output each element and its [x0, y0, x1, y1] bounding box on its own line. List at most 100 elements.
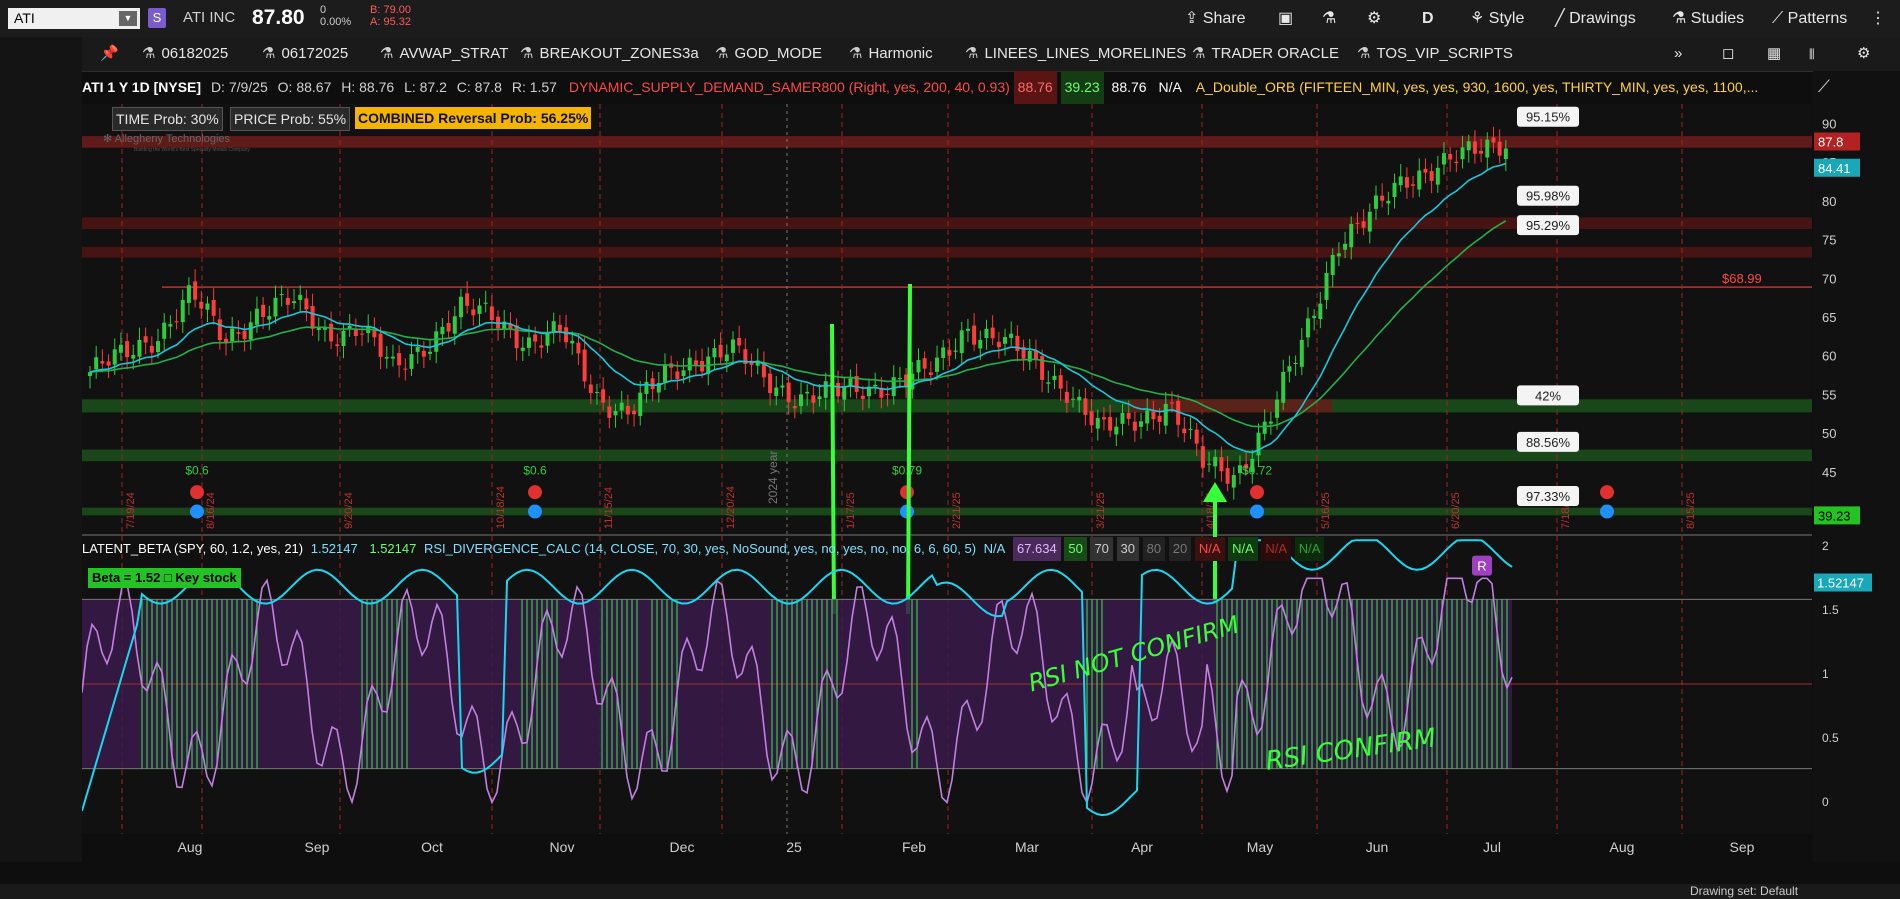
draw-tool-icon[interactable]: ⟋	[1818, 77, 1830, 97]
month-label: Feb	[902, 839, 926, 855]
snapshot-icon[interactable]: ▣	[1278, 0, 1293, 37]
date-label: 1/17/25	[845, 492, 857, 529]
bars-icon[interactable]: ⫼	[1809, 37, 1815, 71]
pin-icon[interactable]: 📌	[100, 37, 119, 71]
more-icon[interactable]: ⋮	[1870, 0, 1886, 37]
latent-beta-study[interactable]: LATENT_BETA (SPY, 60, 1.2, yes, 21)	[82, 541, 303, 556]
candle-body	[823, 381, 828, 398]
candle-body	[805, 391, 810, 394]
gear-icon[interactable]: ⚙	[1857, 37, 1870, 71]
flask-icon: ⚗	[715, 45, 729, 62]
time-prob: TIME Prob: 30%	[112, 107, 223, 131]
pct-label: 95.29%	[1526, 218, 1571, 233]
square-icon[interactable]: ◻	[1722, 37, 1734, 71]
toolbar-item-label: BREAKOUT_ZONES3a	[539, 45, 699, 62]
lower-right-tag: 1.52147	[1817, 576, 1864, 591]
style-button[interactable]: ⚘ Style	[1470, 0, 1524, 37]
info-date: D: 7/9/25	[210, 79, 268, 95]
toolbar-item-2[interactable]: ⚗ AVWAP_STRAT	[380, 37, 508, 71]
lower-tick-right: 2	[1822, 539, 1829, 553]
style-icon: ⚘	[1470, 10, 1485, 27]
pct-label: 95.98%	[1526, 189, 1571, 204]
studies-button[interactable]: ⚗ Studies	[1672, 0, 1744, 37]
candle-body	[211, 299, 216, 316]
candle-body	[792, 406, 797, 409]
study-double-orb[interactable]: A_Double_ORB (FIFTEEN_MIN, yes, yes, 930…	[1196, 79, 1759, 95]
toolbar-item-label: Harmonic	[868, 45, 933, 62]
candle-body	[1207, 463, 1212, 465]
grid-icon[interactable]: ▦	[1767, 37, 1781, 71]
watermark-logo: ✻ Allegheny Technologies	[103, 133, 231, 145]
candle-body	[972, 325, 977, 345]
candle-body	[730, 339, 735, 353]
price-panel-bg	[82, 104, 1812, 534]
share-button[interactable]: ⇪ Share	[1185, 0, 1246, 37]
candle-body	[1213, 456, 1218, 467]
study-value-2: 39.23	[1060, 71, 1104, 104]
candle-body	[607, 406, 612, 418]
y-tick-right: 60	[1822, 349, 1836, 364]
drawings-button[interactable]: ╱ Drawings	[1555, 0, 1636, 37]
change-value: 0	[320, 4, 327, 16]
info-close: C: 87.8	[456, 79, 502, 95]
candle-body	[724, 354, 729, 362]
beta-value-2: 1.52147	[369, 541, 417, 556]
lower-tick-right: 1.5	[1822, 603, 1839, 617]
candle-body	[452, 316, 457, 334]
price-chart[interactable]: $68.99 7/19/24 8/16/24 9/20/24 10/18/24 11/15…	[82, 104, 1890, 864]
rsi-div-study[interactable]: RSI_DIVERGENCE_CALC (14, CLOSE, 70, 30, …	[424, 541, 976, 556]
flask-icon[interactable]: ⚗	[1322, 0, 1336, 37]
toolbar-item-6[interactable]: ⚗ LINEES_LINES_MORELINES	[965, 37, 1186, 71]
toolbar-item-5[interactable]: ⚗ Harmonic	[849, 37, 933, 71]
status-bar: Drawing set: Default	[0, 884, 1900, 899]
toolbar-item-label: AVWAP_STRAT	[399, 45, 509, 62]
candle-body	[1120, 412, 1125, 424]
left-strip	[0, 37, 82, 862]
candle-body	[1194, 429, 1199, 444]
candle-body	[1089, 411, 1094, 426]
s-badge[interactable]: S	[148, 8, 166, 28]
candle-body	[174, 321, 179, 323]
chevrons-right-icon[interactable]: »	[1674, 37, 1682, 71]
candle-body	[353, 329, 358, 337]
study-supply-demand[interactable]: DYNAMIC_SUPPLY_DEMAND_SAMER800 (Right, y…	[569, 79, 1010, 95]
candle-body	[551, 321, 556, 332]
chevron-down-icon[interactable]: ▼	[119, 11, 137, 26]
y-tick-right: 55	[1822, 387, 1836, 402]
month-label: Sep	[1730, 839, 1755, 855]
candle-body	[1219, 457, 1224, 472]
candle-body	[842, 386, 847, 400]
drawing-set-label[interactable]: Drawing set: Default	[1690, 884, 1798, 898]
candle-body	[94, 357, 99, 370]
toolbar-item-7[interactable]: ⚗ TRADER ORACLE	[1192, 37, 1339, 71]
y-tick-right: 50	[1822, 426, 1836, 441]
toolbar-item-0[interactable]: ⚗ 06182025	[142, 37, 228, 71]
patterns-button[interactable]: ⟋ Patterns	[1772, 0, 1847, 37]
candle-body	[922, 358, 927, 369]
candle-body	[199, 301, 204, 309]
rsi-na-4: N/A	[1261, 537, 1292, 561]
candle-body	[1071, 398, 1076, 400]
candle-body	[1052, 375, 1057, 380]
candle-body	[891, 377, 896, 397]
period-button[interactable]: D	[1422, 0, 1434, 37]
toolbar-item-3[interactable]: ⚗ BREAKOUT_ZONES3a	[520, 37, 699, 71]
pencil-icon: ╱	[1555, 10, 1565, 27]
toolbar-item-4[interactable]: ⚗ GOD_MODE	[715, 37, 822, 71]
candle-body	[186, 285, 191, 303]
dividend-label: $0.72	[1242, 463, 1272, 477]
toolbar-item-1[interactable]: ⚗ 06172025	[262, 37, 348, 71]
symbol-input[interactable]: ATI ▼	[8, 8, 140, 29]
gear-icon[interactable]: ⚙	[1367, 0, 1381, 37]
candle-body	[1083, 398, 1088, 415]
chart-title: ATI 1 Y 1D [NYSE]	[82, 79, 202, 95]
candle-body	[409, 354, 414, 369]
candle-body	[1491, 137, 1496, 143]
toolbar-item-8[interactable]: ⚗ TOS_VIP_SCRIPTS	[1357, 37, 1513, 71]
candle-body	[1262, 421, 1267, 434]
share-label: Share	[1202, 10, 1246, 27]
candle-body	[916, 360, 921, 373]
candle-body	[446, 323, 451, 332]
candle-body	[928, 372, 933, 375]
candle-body	[298, 294, 303, 300]
